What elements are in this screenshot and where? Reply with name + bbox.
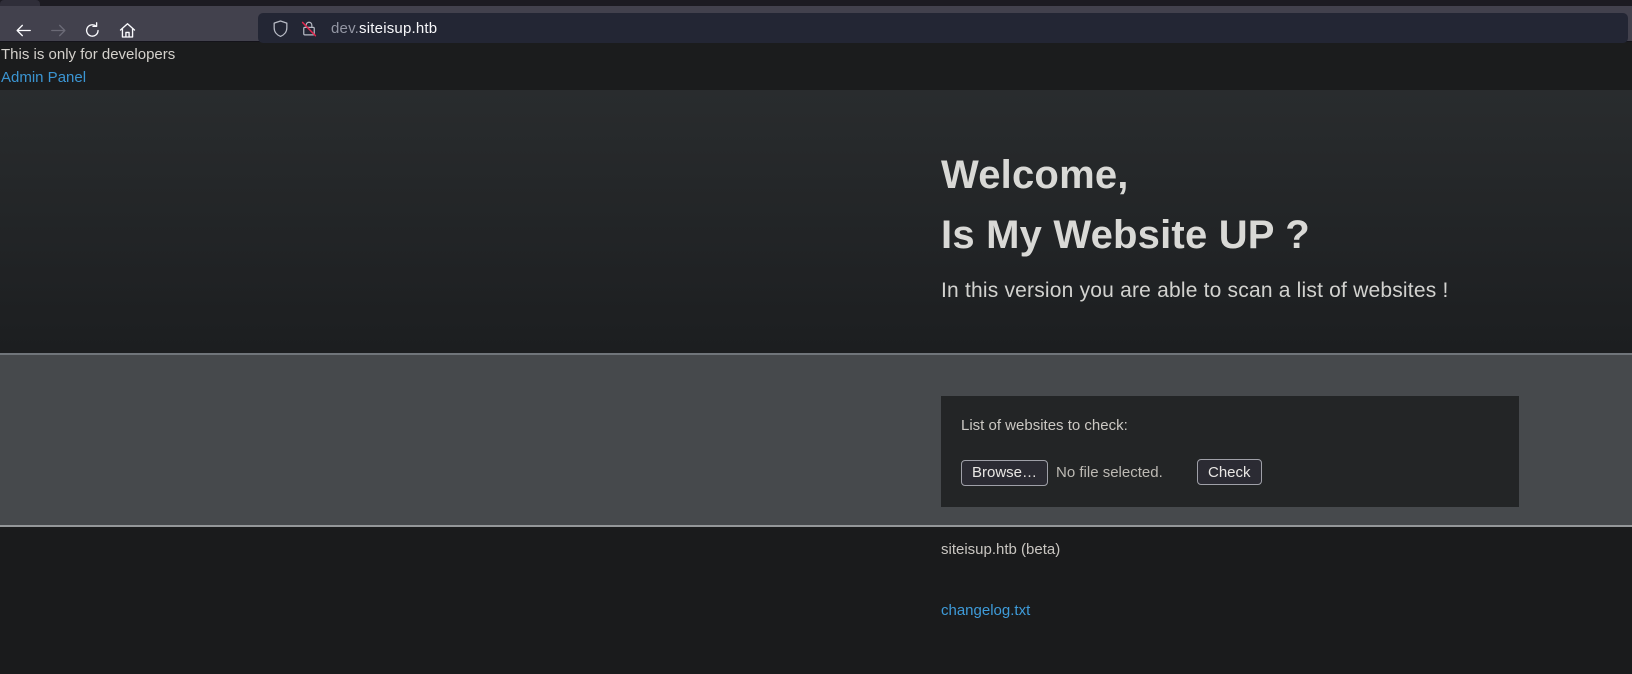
back-button[interactable] <box>11 18 35 42</box>
home-icon <box>118 21 137 40</box>
tracking-protection-shield-icon[interactable] <box>271 19 290 38</box>
reload-icon <box>83 21 102 40</box>
footer-section: siteisup.htb (beta) changelog.txt <box>0 529 1632 674</box>
browser-toolbar: dev.siteisup.htb <box>0 6 1632 42</box>
url-bar[interactable]: dev.siteisup.htb <box>258 13 1628 43</box>
file-input[interactable]: Browse… No file selected. <box>961 459 1163 486</box>
browse-button[interactable]: Browse… <box>961 460 1048 486</box>
insecure-lock-icon[interactable] <box>300 19 318 38</box>
hero-title-line2: Is My Website UP ? <box>941 205 1448 265</box>
admin-panel-link[interactable]: Admin Panel <box>1 69 86 86</box>
changelog-link[interactable]: changelog.txt <box>941 602 1030 619</box>
hero-subtitle: In this version you are able to scan a l… <box>941 279 1448 303</box>
upload-label: List of websites to check: <box>961 417 1128 434</box>
upload-panel: List of websites to check: Browse… No fi… <box>941 396 1519 507</box>
url-subdomain: dev. <box>331 20 359 37</box>
hero-title-line1: Welcome, <box>941 145 1448 205</box>
file-status-text: No file selected. <box>1056 464 1163 481</box>
upload-section: List of websites to check: Browse… No fi… <box>0 353 1632 527</box>
forward-arrow-icon <box>49 21 68 40</box>
hero-section: Welcome, Is My Website UP ? In this vers… <box>0 90 1632 353</box>
url-text: dev.siteisup.htb <box>331 20 437 37</box>
dev-banner-section: This is only for developers Admin Panel <box>0 43 1632 90</box>
back-arrow-icon <box>14 21 33 40</box>
reload-button[interactable] <box>80 18 104 42</box>
forward-button[interactable] <box>46 18 70 42</box>
url-domain: siteisup.htb <box>359 20 437 37</box>
footer-site-text: siteisup.htb (beta) <box>941 541 1060 558</box>
check-button[interactable]: Check <box>1197 459 1262 485</box>
dev-note-text: This is only for developers <box>1 46 175 63</box>
home-button[interactable] <box>115 18 139 42</box>
